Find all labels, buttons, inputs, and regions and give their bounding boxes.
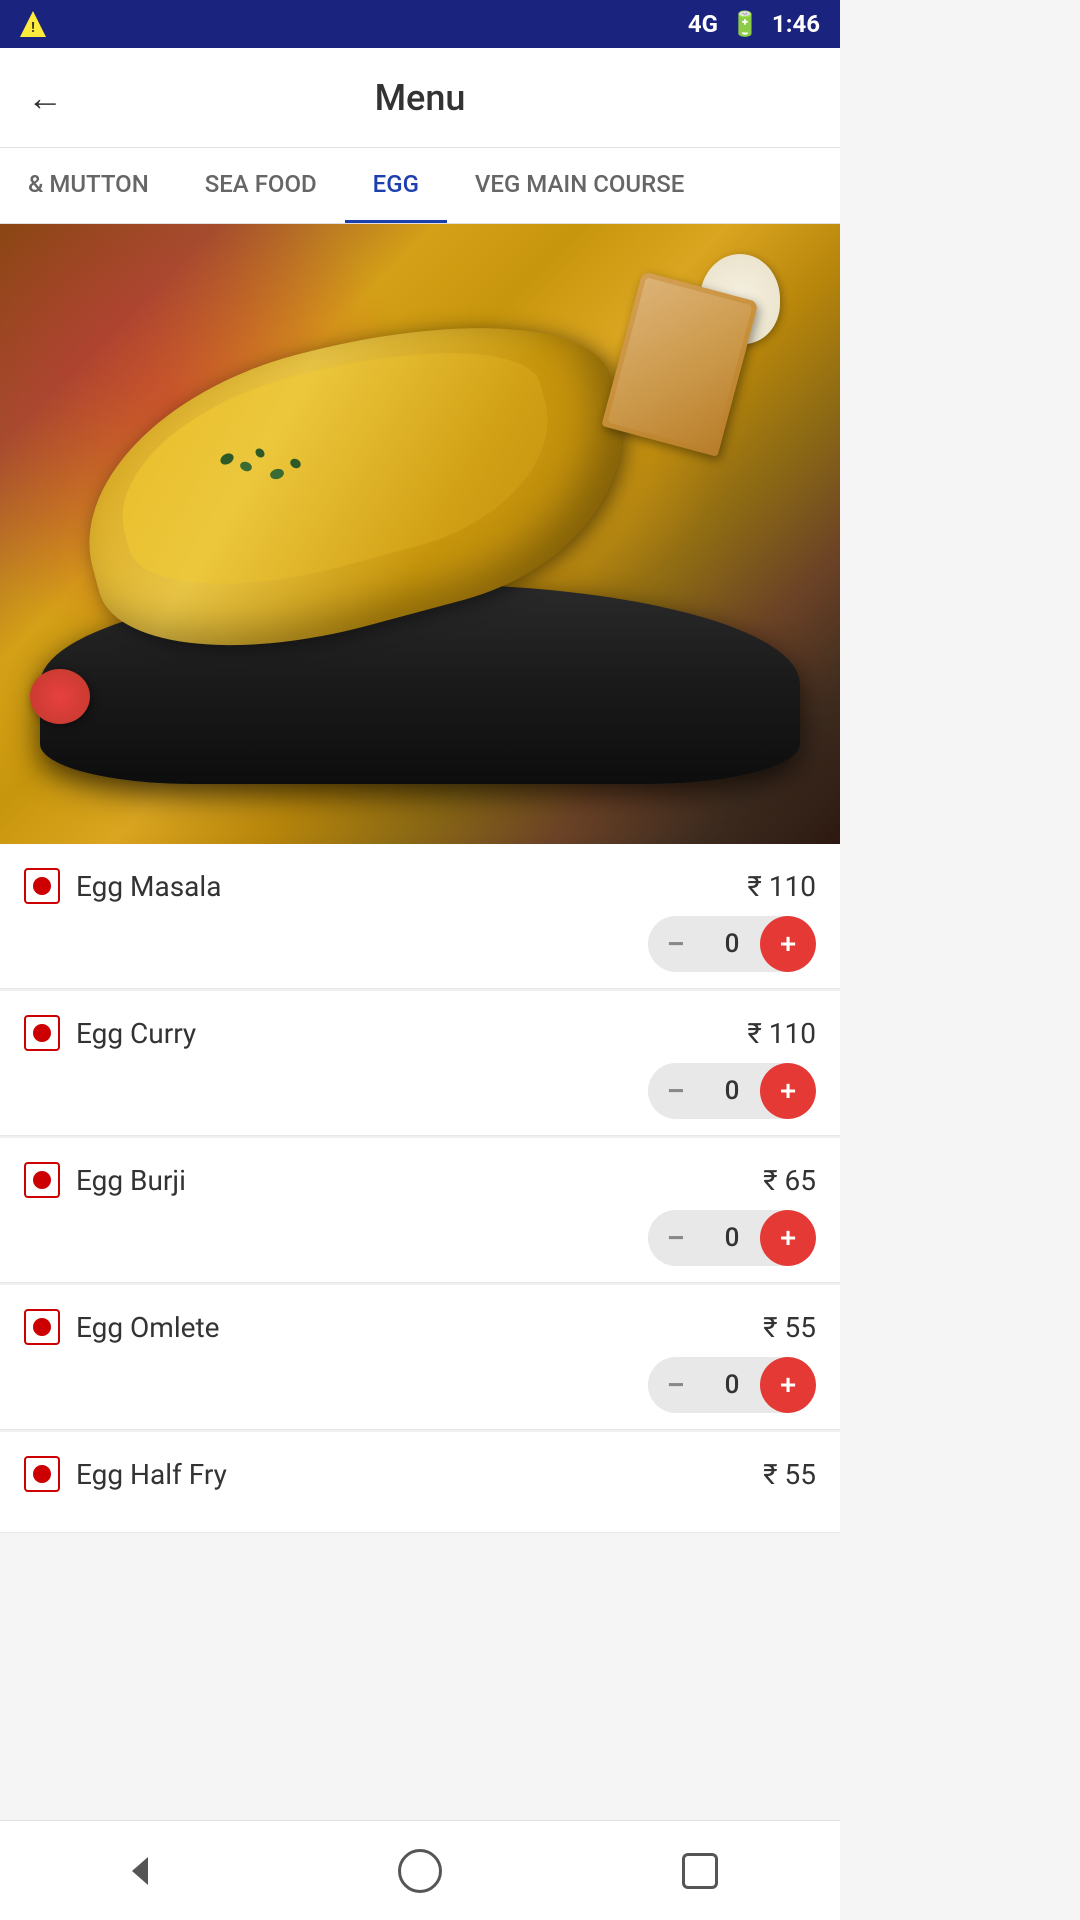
menu-item-egg-burji: Egg Burji ₹ 65 − 0 + xyxy=(0,1138,840,1283)
time-display: 1:46 xyxy=(772,10,820,38)
decrease-qty-egg-masala[interactable]: − xyxy=(648,916,704,972)
rupee-symbol: ₹ xyxy=(763,1311,777,1344)
item-name-egg-burji: Egg Burji xyxy=(76,1164,186,1197)
veg-dot-icon xyxy=(33,1171,51,1189)
back-arrow-icon: ← xyxy=(27,77,63,119)
qty-value-egg-masala: 0 xyxy=(704,929,760,959)
decrease-qty-egg-curry[interactable]: − xyxy=(648,1063,704,1119)
increase-qty-egg-masala[interactable]: + xyxy=(760,916,816,972)
veg-dot-icon xyxy=(33,1465,51,1483)
nav-recents-icon xyxy=(682,1853,718,1889)
header: ← Menu xyxy=(0,48,840,148)
veg-dot-icon xyxy=(33,877,51,895)
menu-item-left: Egg Half Fry xyxy=(24,1456,227,1492)
status-bar-left: ! xyxy=(20,11,46,37)
decrease-qty-egg-omlete[interactable]: − xyxy=(648,1357,704,1413)
veg-dot-icon xyxy=(33,1024,51,1042)
nav-back-button[interactable] xyxy=(90,1831,190,1911)
menu-item-footer: − 0 + xyxy=(24,1357,816,1413)
quantity-control-egg-curry: − 0 + xyxy=(648,1063,816,1119)
menu-item-egg-half-fry: Egg Half Fry ₹ 55 xyxy=(0,1432,840,1533)
veg-indicator xyxy=(24,1015,60,1051)
network-indicator: 4G xyxy=(688,10,718,38)
increase-qty-egg-curry[interactable]: + xyxy=(760,1063,816,1119)
menu-item-left: Egg Burji xyxy=(24,1162,186,1198)
rupee-symbol: ₹ xyxy=(763,1458,777,1491)
qty-value-egg-burji: 0 xyxy=(704,1223,760,1253)
veg-indicator xyxy=(24,1309,60,1345)
menu-item-egg-masala: Egg Masala ₹ 110 − 0 + xyxy=(0,844,840,989)
menu-item-egg-omlete: Egg Omlete ₹ 55 − 0 + xyxy=(0,1285,840,1430)
item-name-egg-half-fry: Egg Half Fry xyxy=(76,1458,227,1491)
tab-mutton[interactable]: & MUTTON xyxy=(0,148,177,223)
tabs-container: & MUTTON SEA FOOD EGG VEG MAIN COURSE xyxy=(0,148,840,224)
item-price-egg-masala: ₹ 110 xyxy=(747,870,816,903)
rupee-symbol: ₹ xyxy=(747,870,761,903)
veg-dot-icon xyxy=(33,1318,51,1336)
nav-home-button[interactable] xyxy=(370,1831,470,1911)
veg-indicator xyxy=(24,1456,60,1492)
menu-item-header: Egg Half Fry ₹ 55 xyxy=(24,1456,816,1492)
hero-image xyxy=(0,224,840,844)
menu-list: Egg Masala ₹ 110 − 0 + Egg Curry xyxy=(0,844,840,1533)
tomato-decoration xyxy=(30,669,90,724)
item-name-egg-curry: Egg Curry xyxy=(76,1017,196,1050)
increase-qty-egg-burji[interactable]: + xyxy=(760,1210,816,1266)
page-title: Menu xyxy=(70,77,770,119)
veg-indicator xyxy=(24,868,60,904)
tab-egg[interactable]: EGG xyxy=(345,148,447,223)
nav-home-icon xyxy=(398,1849,442,1893)
menu-item-footer: − 0 + xyxy=(24,1210,816,1266)
menu-item-egg-curry: Egg Curry ₹ 110 − 0 + xyxy=(0,991,840,1136)
rupee-symbol: ₹ xyxy=(763,1164,777,1197)
toast-decoration xyxy=(601,271,758,457)
menu-item-left: Egg Curry xyxy=(24,1015,196,1051)
nav-recents-button[interactable] xyxy=(650,1831,750,1911)
item-name-egg-omlete: Egg Omlete xyxy=(76,1311,220,1344)
item-name-egg-masala: Egg Masala xyxy=(76,870,221,903)
status-bar-right: 4G 🔋 1:46 xyxy=(688,10,820,38)
battery-icon: 🔋 xyxy=(730,10,760,38)
menu-item-footer: − 0 + xyxy=(24,1063,816,1119)
nav-back-icon xyxy=(118,1849,162,1893)
increase-qty-egg-omlete[interactable]: + xyxy=(760,1357,816,1413)
item-price-egg-half-fry: ₹ 55 xyxy=(763,1458,816,1491)
menu-item-left: Egg Masala xyxy=(24,868,221,904)
menu-item-header: Egg Omlete ₹ 55 xyxy=(24,1309,816,1345)
menu-item-left: Egg Omlete xyxy=(24,1309,220,1345)
item-price-egg-curry: ₹ 110 xyxy=(747,1017,816,1050)
item-price-egg-omlete: ₹ 55 xyxy=(763,1311,816,1344)
status-bar: ! 4G 🔋 1:46 xyxy=(0,0,840,48)
menu-item-header: Egg Curry ₹ 110 xyxy=(24,1015,816,1051)
decrease-qty-egg-burji[interactable]: − xyxy=(648,1210,704,1266)
menu-item-header: Egg Burji ₹ 65 xyxy=(24,1162,816,1198)
warning-icon: ! xyxy=(20,11,46,37)
rupee-symbol: ₹ xyxy=(747,1017,761,1050)
hero-image-inner xyxy=(0,224,840,844)
quantity-control-egg-masala: − 0 + xyxy=(648,916,816,972)
tab-vegmain[interactable]: VEG MAIN COURSE xyxy=(447,148,712,223)
item-price-egg-burji: ₹ 65 xyxy=(763,1164,816,1197)
qty-value-egg-omlete: 0 xyxy=(704,1370,760,1400)
menu-item-header: Egg Masala ₹ 110 xyxy=(24,868,816,904)
tab-seafood[interactable]: SEA FOOD xyxy=(177,148,345,223)
veg-indicator xyxy=(24,1162,60,1198)
qty-value-egg-curry: 0 xyxy=(704,1076,760,1106)
bottom-nav xyxy=(0,1820,840,1920)
quantity-control-egg-burji: − 0 + xyxy=(648,1210,816,1266)
back-button[interactable]: ← xyxy=(20,73,70,123)
menu-item-footer: − 0 + xyxy=(24,916,816,972)
quantity-control-egg-omlete: − 0 + xyxy=(648,1357,816,1413)
